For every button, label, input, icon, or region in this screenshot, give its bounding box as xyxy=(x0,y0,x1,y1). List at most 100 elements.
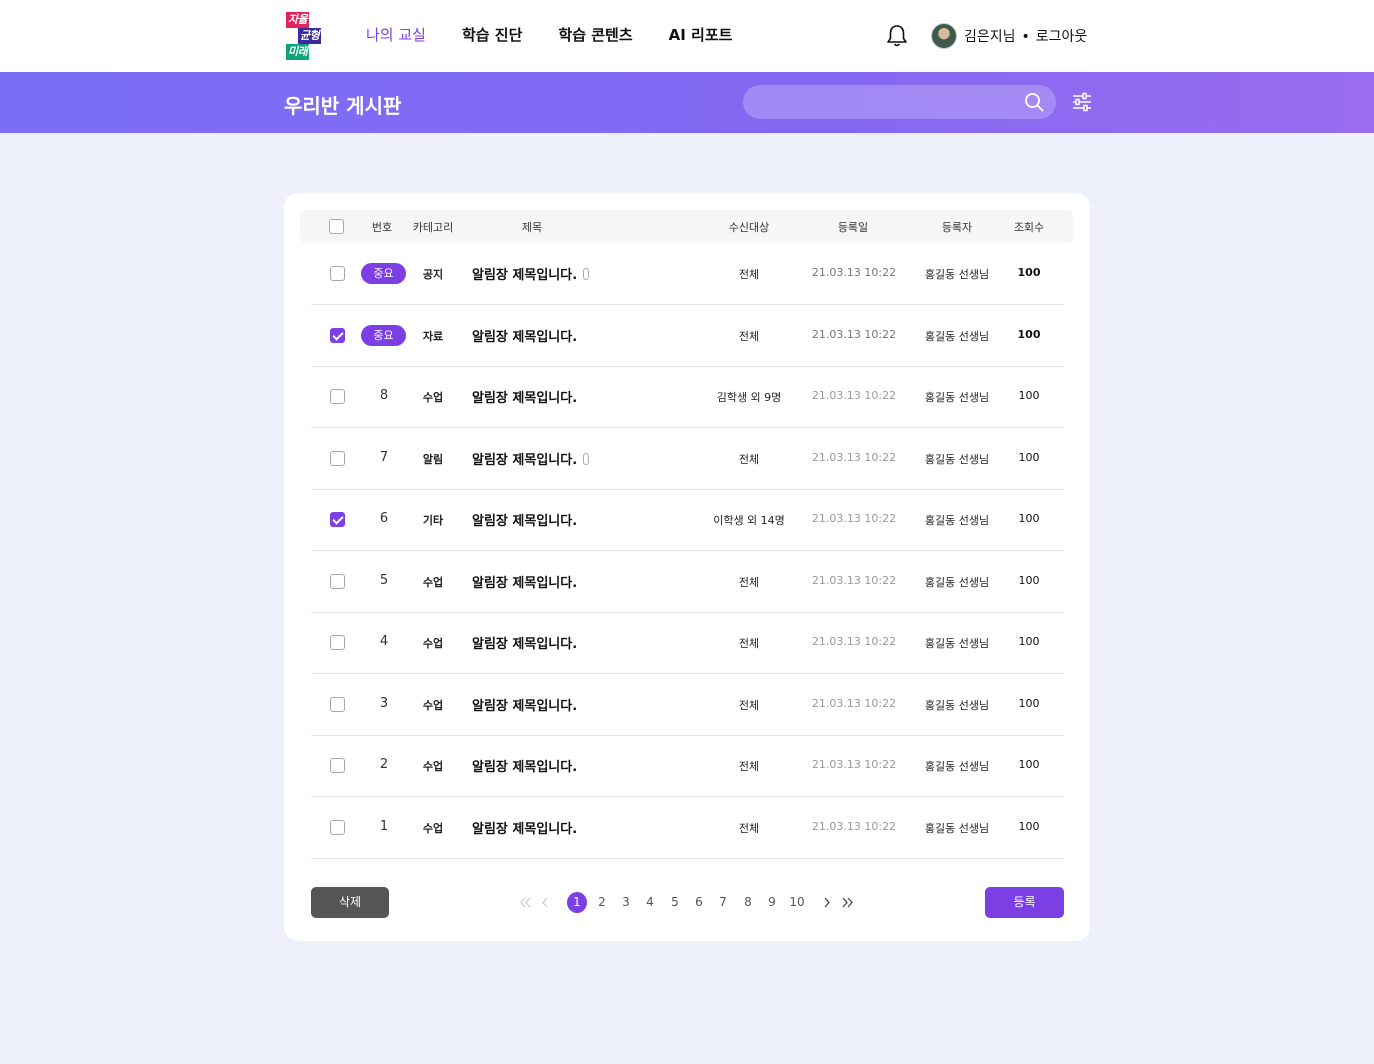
double-chevron-left-icon[interactable] xyxy=(519,897,531,908)
double-chevron-right-icon[interactable] xyxy=(842,897,854,908)
row-title-text[interactable]: 알림장 제목입니다. xyxy=(472,391,577,406)
row-title-text[interactable]: 알림장 제목입니다. xyxy=(472,699,577,714)
row-title[interactable]: 알림장 제목입니다. xyxy=(472,756,577,775)
important-badge: 중요 xyxy=(361,263,406,284)
page-number[interactable]: 6 xyxy=(695,892,703,913)
register-button[interactable]: 등록 xyxy=(985,887,1064,918)
table-row[interactable]: 중요 자료 알림장 제목입니다. 전체 21.03.13 10:22 홍길동 선생님 100 xyxy=(311,305,1064,367)
chevron-left-icon[interactable] xyxy=(541,897,549,908)
table-row[interactable]: 5 수업 알림장 제목입니다. 전체 21.03.13 10:22 홍길동 선생님 100 xyxy=(311,551,1064,613)
row-date: 21.03.13 10:22 xyxy=(811,327,897,341)
bell-icon[interactable] xyxy=(884,23,910,49)
row-writer: 홍길동 선생님 xyxy=(924,329,990,343)
row-title[interactable]: 알림장 제목입니다. xyxy=(472,326,577,345)
row-category: 수업 xyxy=(422,575,444,589)
row-title[interactable]: 알림장 제목입니다. xyxy=(472,264,590,283)
row-title-text[interactable]: 알림장 제목입니다. xyxy=(472,330,577,345)
row-target: 전체 xyxy=(738,698,760,712)
row-views: 100 xyxy=(1018,573,1040,587)
row-category: 자료 xyxy=(422,329,444,343)
table-row[interactable]: 3 수업 알림장 제목입니다. 전체 21.03.13 10:22 홍길동 선생님 100 xyxy=(311,674,1064,736)
logout-link[interactable]: 로그아웃 xyxy=(1036,29,1088,45)
page-number[interactable]: 1 xyxy=(567,892,587,913)
separator-dot: • xyxy=(1021,29,1030,45)
row-title[interactable]: 알림장 제목입니다. xyxy=(472,510,577,529)
table-row[interactable]: 7 알림 알림장 제목입니다. 전체 21.03.13 10:22 홍길동 선생님 100 xyxy=(311,428,1064,490)
logo[interactable]: 자율 균형 미래 xyxy=(286,12,330,60)
row-checkbox[interactable] xyxy=(330,758,345,773)
row-target: 전체 xyxy=(738,575,760,589)
row-target: 전체 xyxy=(738,821,760,835)
delete-button[interactable]: 삭제 xyxy=(311,887,389,918)
row-checkbox[interactable] xyxy=(330,266,345,281)
row-title[interactable]: 알림장 제목입니다. xyxy=(472,449,590,468)
table-row[interactable]: 6 기타 알림장 제목입니다. 이학생 외 14명 21.03.13 10:22 홍길동 … xyxy=(311,489,1064,551)
search-input[interactable] xyxy=(743,85,1003,119)
table-row[interactable]: 1 수업 알림장 제목입니다. 전체 21.03.13 10:22 홍길동 선생님 100 xyxy=(311,797,1064,859)
row-date: 21.03.13 10:22 xyxy=(811,389,897,402)
row-title-text[interactable]: 알림장 제목입니다. xyxy=(472,637,577,652)
row-date: 21.03.13 10:22 xyxy=(811,758,897,771)
select-all-checkbox[interactable] xyxy=(329,219,344,234)
page-number[interactable]: 2 xyxy=(598,892,606,913)
chevron-right-icon[interactable] xyxy=(823,897,831,908)
row-writer: 홍길동 선생님 xyxy=(924,698,990,712)
row-category: 수업 xyxy=(422,821,444,835)
header-title: 제목 xyxy=(521,221,543,234)
top-navigation-bar: 자율 균형 미래 나의 교실 학습 진단 학습 콘텐츠 AI 리포트 김은지님 •… xyxy=(0,0,1374,72)
row-title-text[interactable]: 알림장 제목입니다. xyxy=(472,453,577,468)
page-number[interactable]: 10 xyxy=(789,892,804,913)
row-checkbox[interactable] xyxy=(330,573,345,589)
page-number[interactable]: 8 xyxy=(744,892,752,913)
row-target: 전체 xyxy=(738,329,760,343)
row-checkbox[interactable] xyxy=(330,512,345,527)
row-date: 21.03.13 10:22 xyxy=(811,450,897,464)
search-icon[interactable] xyxy=(1024,92,1044,112)
row-title-text[interactable]: 알림장 제목입니다. xyxy=(472,268,577,283)
page-number[interactable]: 5 xyxy=(671,892,679,913)
page-number[interactable]: 9 xyxy=(768,892,776,913)
row-checkbox[interactable] xyxy=(330,389,345,404)
row-views: 100 xyxy=(1018,819,1040,833)
nav-item-contents[interactable]: 학습 콘텐츠 xyxy=(558,24,632,45)
row-writer: 홍길동 선생님 xyxy=(924,268,990,281)
row-category: 알림 xyxy=(422,452,444,466)
row-views: 100 xyxy=(1017,327,1041,341)
table-row[interactable]: 8 수업 알림장 제목입니다. 김학생 외 9명 21.03.13 10:22 홍길동 선… xyxy=(311,366,1064,428)
table-row[interactable]: 중요 공지 알림장 제목입니다. 전체 21.03.13 10:22 홍길동 선생님 100 xyxy=(311,243,1064,305)
row-checkbox[interactable] xyxy=(330,450,345,466)
avatar[interactable] xyxy=(931,23,957,49)
row-title[interactable]: 알림장 제목입니다. xyxy=(472,695,577,714)
page-number[interactable]: 7 xyxy=(719,892,727,913)
row-writer: 홍길동 선생님 xyxy=(924,514,990,527)
header-date: 등록일 xyxy=(837,221,869,234)
row-category: 수업 xyxy=(422,760,444,773)
row-category: 수업 xyxy=(422,391,444,404)
header-views: 조회수 xyxy=(1013,221,1045,234)
row-checkbox[interactable] xyxy=(330,696,345,712)
row-date: 21.03.13 10:22 xyxy=(811,573,897,587)
row-title-text[interactable]: 알림장 제목입니다. xyxy=(472,576,577,591)
nav-item-ai-report[interactable]: AI 리포트 xyxy=(669,24,733,45)
row-checkbox[interactable] xyxy=(330,327,345,343)
row-checkbox[interactable] xyxy=(330,819,345,835)
row-title-text[interactable]: 알림장 제목입니다. xyxy=(472,760,577,775)
table-row[interactable]: 2 수업 알림장 제목입니다. 전체 21.03.13 10:22 홍길동 선생님 100 xyxy=(311,735,1064,797)
nav-item-my-classroom[interactable]: 나의 교실 xyxy=(366,24,426,45)
row-title[interactable]: 알림장 제목입니다. xyxy=(472,572,577,591)
page-number[interactable]: 4 xyxy=(646,892,654,913)
row-title[interactable]: 알림장 제목입니다. xyxy=(472,633,577,652)
nav-item-diagnosis[interactable]: 학습 진단 xyxy=(462,24,522,45)
row-title-text[interactable]: 알림장 제목입니다. xyxy=(472,514,577,529)
row-title-text[interactable]: 알림장 제목입니다. xyxy=(472,822,577,837)
row-category: 공지 xyxy=(422,268,444,281)
row-number: 8 xyxy=(379,388,389,403)
sliders-icon[interactable] xyxy=(1071,91,1093,113)
row-title[interactable]: 알림장 제목입니다. xyxy=(472,387,577,406)
row-checkbox[interactable] xyxy=(330,635,345,650)
table-row[interactable]: 4 수업 알림장 제목입니다. 전체 21.03.13 10:22 홍길동 선생님 100 xyxy=(311,612,1064,674)
row-category: 수업 xyxy=(422,637,444,650)
row-title[interactable]: 알림장 제목입니다. xyxy=(472,818,577,837)
page-number[interactable]: 3 xyxy=(622,892,630,913)
row-number: 6 xyxy=(379,511,389,526)
